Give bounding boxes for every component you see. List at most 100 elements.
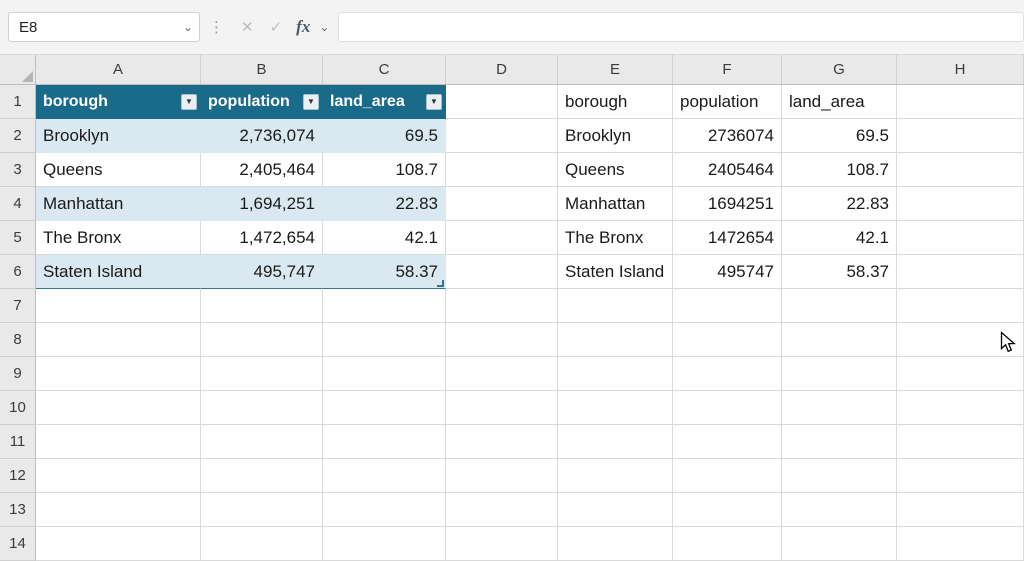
cell-C5[interactable]: 42.1 xyxy=(323,221,446,255)
cell-D1[interactable] xyxy=(446,85,558,119)
cell-B8[interactable] xyxy=(201,323,323,357)
cell-H13[interactable] xyxy=(897,493,1024,527)
row-header-8[interactable]: 8 xyxy=(0,323,36,357)
cell-F2[interactable]: 2736074 xyxy=(673,119,782,153)
cell-C3[interactable]: 108.7 xyxy=(323,153,446,187)
cell-A12[interactable] xyxy=(36,459,201,493)
cell-A3[interactable]: Queens xyxy=(36,153,201,187)
cell-C7[interactable] xyxy=(323,289,446,323)
row-header-3[interactable]: 3 xyxy=(0,153,36,187)
cell-D12[interactable] xyxy=(446,459,558,493)
row-header-5[interactable]: 5 xyxy=(0,221,36,255)
cell-A11[interactable] xyxy=(36,425,201,459)
row-header-12[interactable]: 12 xyxy=(0,459,36,493)
row-header-14[interactable]: 14 xyxy=(0,527,36,561)
cell-G3[interactable]: 108.7 xyxy=(782,153,897,187)
cell-G14[interactable] xyxy=(782,527,897,561)
cell-E9[interactable] xyxy=(558,357,673,391)
cell-E10[interactable] xyxy=(558,391,673,425)
cell-F7[interactable] xyxy=(673,289,782,323)
cell-F6[interactable]: 495747 xyxy=(673,255,782,289)
cell-H14[interactable] xyxy=(897,527,1024,561)
cell-H12[interactable] xyxy=(897,459,1024,493)
cell-E12[interactable] xyxy=(558,459,673,493)
cell-A5[interactable]: The Bronx xyxy=(36,221,201,255)
row-header-9[interactable]: 9 xyxy=(0,357,36,391)
cell-E3[interactable]: Queens xyxy=(558,153,673,187)
cell-F13[interactable] xyxy=(673,493,782,527)
select-all-button[interactable] xyxy=(0,55,36,84)
cell-D5[interactable] xyxy=(446,221,558,255)
formula-bar-expand-chevron-icon[interactable]: ⌄ xyxy=(319,21,329,33)
cell-D2[interactable] xyxy=(446,119,558,153)
cell-H6[interactable] xyxy=(897,255,1024,289)
column-header-H[interactable]: H xyxy=(897,55,1024,84)
cell-D14[interactable] xyxy=(446,527,558,561)
filter-dropdown-button[interactable]: ▼ xyxy=(181,94,197,110)
cell-C13[interactable] xyxy=(323,493,446,527)
cell-G9[interactable] xyxy=(782,357,897,391)
cell-D11[interactable] xyxy=(446,425,558,459)
cell-A8[interactable] xyxy=(36,323,201,357)
cell-C11[interactable] xyxy=(323,425,446,459)
cell-A1[interactable]: borough▼ xyxy=(36,85,201,119)
cell-B11[interactable] xyxy=(201,425,323,459)
cell-C9[interactable] xyxy=(323,357,446,391)
table-resize-handle[interactable] xyxy=(437,280,444,287)
cell-E2[interactable]: Brooklyn xyxy=(558,119,673,153)
cell-D10[interactable] xyxy=(446,391,558,425)
cell-B14[interactable] xyxy=(201,527,323,561)
name-box[interactable]: E8 ⌄ xyxy=(8,12,200,42)
row-header-10[interactable]: 10 xyxy=(0,391,36,425)
column-header-F[interactable]: F xyxy=(673,55,782,84)
column-header-A[interactable]: A xyxy=(36,55,201,84)
cell-E11[interactable] xyxy=(558,425,673,459)
cell-D9[interactable] xyxy=(446,357,558,391)
cell-G11[interactable] xyxy=(782,425,897,459)
cell-D13[interactable] xyxy=(446,493,558,527)
cell-F9[interactable] xyxy=(673,357,782,391)
cell-E13[interactable] xyxy=(558,493,673,527)
cell-G5[interactable]: 42.1 xyxy=(782,221,897,255)
cell-C8[interactable] xyxy=(323,323,446,357)
cell-H2[interactable] xyxy=(897,119,1024,153)
cell-B13[interactable] xyxy=(201,493,323,527)
cell-A2[interactable]: Brooklyn xyxy=(36,119,201,153)
cell-A14[interactable] xyxy=(36,527,201,561)
cell-F1[interactable]: population xyxy=(673,85,782,119)
cell-F8[interactable] xyxy=(673,323,782,357)
cell-G4[interactable]: 22.83 xyxy=(782,187,897,221)
column-header-B[interactable]: B xyxy=(201,55,323,84)
cell-E7[interactable] xyxy=(558,289,673,323)
cell-G13[interactable] xyxy=(782,493,897,527)
cell-C12[interactable] xyxy=(323,459,446,493)
cell-B2[interactable]: 2,736,074 xyxy=(201,119,323,153)
row-header-6[interactable]: 6 xyxy=(0,255,36,289)
cell-C1[interactable]: land_area▼ xyxy=(323,85,446,119)
cell-D3[interactable] xyxy=(446,153,558,187)
cell-H1[interactable] xyxy=(897,85,1024,119)
formula-bar[interactable] xyxy=(338,12,1024,42)
cell-G7[interactable] xyxy=(782,289,897,323)
cell-F12[interactable] xyxy=(673,459,782,493)
column-header-D[interactable]: D xyxy=(446,55,558,84)
cell-A10[interactable] xyxy=(36,391,201,425)
filter-dropdown-button[interactable]: ▼ xyxy=(303,94,319,110)
cell-H9[interactable] xyxy=(897,357,1024,391)
cell-A9[interactable] xyxy=(36,357,201,391)
column-header-C[interactable]: C xyxy=(323,55,446,84)
cell-C14[interactable] xyxy=(323,527,446,561)
confirm-icon[interactable]: ✓ xyxy=(270,18,283,36)
row-header-7[interactable]: 7 xyxy=(0,289,36,323)
cell-C4[interactable]: 22.83 xyxy=(323,187,446,221)
cell-E5[interactable]: The Bronx xyxy=(558,221,673,255)
cell-B6[interactable]: 495,747 xyxy=(201,255,323,289)
cell-H10[interactable] xyxy=(897,391,1024,425)
column-header-E[interactable]: E xyxy=(558,55,673,84)
cell-G10[interactable] xyxy=(782,391,897,425)
cell-G6[interactable]: 58.37 xyxy=(782,255,897,289)
cancel-icon[interactable]: ✕ xyxy=(241,18,254,36)
cell-G1[interactable]: land_area xyxy=(782,85,897,119)
cell-E14[interactable] xyxy=(558,527,673,561)
cell-C2[interactable]: 69.5 xyxy=(323,119,446,153)
